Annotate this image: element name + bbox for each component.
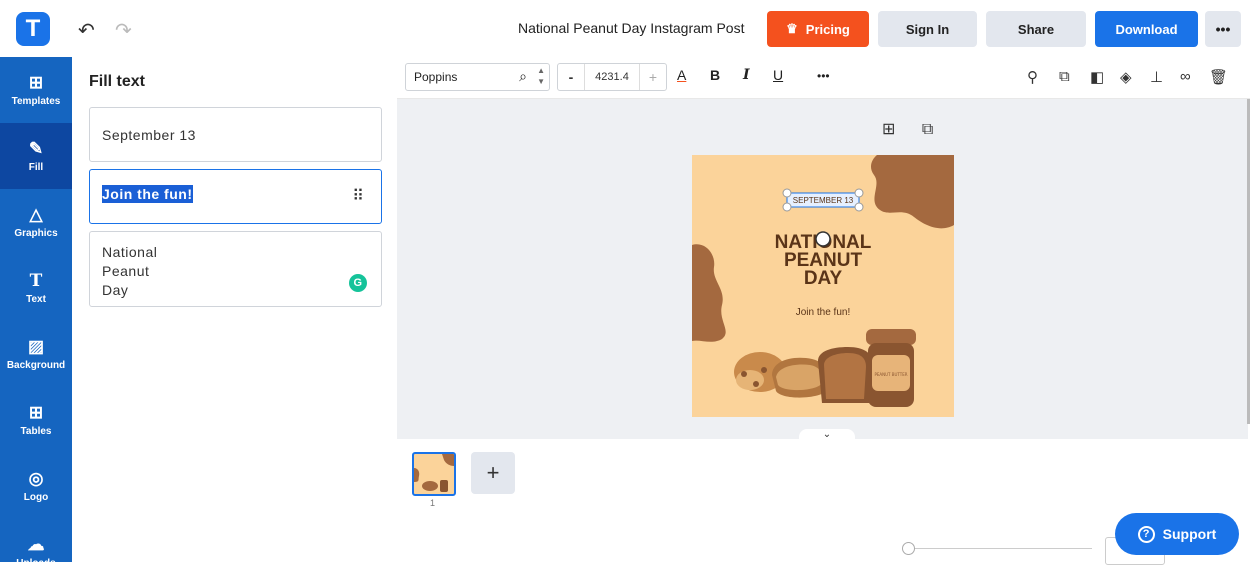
sidebar-item-logo[interactable]: ◎ Logo [0,453,72,519]
increase-size-button[interactable]: + [640,69,666,85]
sign-in-button[interactable]: Sign In [878,11,977,47]
jar-label-text: PEANUT BUTTER [874,372,907,377]
more-text-options-button[interactable]: ••• [817,69,830,83]
layer-icon[interactable]: ◧ [1090,68,1104,86]
duplicate-page-icon[interactable]: ⧉ [922,121,933,138]
text-field-title[interactable]: National Peanut Day G [89,231,382,307]
sidebar-item-label: Templates [11,95,61,107]
search-icon[interactable]: ⌕ [519,68,527,85]
bold-button[interactable]: B [710,67,720,83]
font-size-value[interactable]: 4231.4 [584,64,640,90]
logo-icon: ◎ [28,468,44,488]
pricing-button[interactable]: ♛ Pricing [767,11,869,47]
text-field-tagline[interactable]: Join the fun! ⠿ [89,169,382,224]
copy-icon[interactable]: ⧉ [1059,68,1070,85]
redo-icon[interactable]: ↷ [115,18,132,43]
field-line: Peanut [102,263,150,279]
sidebar-item-fill[interactable]: ✎ Fill [0,123,72,189]
field-line: Day [102,282,129,298]
thumbnail-preview [414,454,454,492]
align-icon[interactable]: ⊥ [1150,68,1163,86]
sidebar-item-label: Background [6,359,66,371]
add-page-button[interactable]: + [471,452,515,494]
sidebar-item-graphics[interactable]: △ Graphics [0,189,72,255]
field-value: September 13 [102,126,196,143]
top-bar: T ↶ ↷ National Peanut Day Instagram Post… [0,0,1250,57]
pricing-label: Pricing [805,21,850,37]
artboard-date-text[interactable]: SEPTEMBER 13 [793,196,854,205]
undo-icon[interactable]: ↶ [78,18,95,43]
text-icon: T [29,270,43,291]
sidebar-item-text[interactable]: T Text [0,255,72,321]
pencil-icon: ✎ [28,138,44,158]
underline-button[interactable]: U [773,67,783,83]
link-icon[interactable]: ∞ [1180,68,1191,85]
opacity-icon[interactable]: ◈ [1120,68,1132,86]
page-thumbnail[interactable] [412,452,456,496]
field-line: National [102,244,158,260]
document-title[interactable]: National Peanut Day Instagram Post [518,20,744,36]
zoom-slider[interactable] [905,548,1092,549]
sidebar-item-label: Text [26,293,46,305]
font-name: Poppins [414,70,458,84]
text-color-button[interactable]: A [677,67,686,83]
design-artboard[interactable]: PEANUT BUTTER SEPTEMBER 13 NATIONAL PEAN… [692,155,954,417]
font-stepper-icon[interactable]: ▲ ▼ [537,65,545,87]
artboard-illustration: PEANUT BUTTER SEPTEMBER 13 NATIONAL PEAN… [692,155,954,407]
add-element-icon[interactable]: ⊞ [882,121,895,138]
more-options-button[interactable]: ••• [1205,11,1241,47]
font-size-stepper[interactable]: - 4231.4 + [557,63,667,91]
text-toolbar: Poppins ⌕ ▲ ▼ - 4231.4 + A B I U ••• ⚲ ⧉ … [397,57,1250,99]
sidebar-item-label: Logo [23,491,49,503]
canvas-tools: ⊞ ⧉ [882,119,933,139]
grammarly-icon[interactable]: G [349,274,367,292]
share-button[interactable]: Share [986,11,1086,47]
text-field-date[interactable]: September 13 [89,107,382,162]
upload-icon: ☁ [27,534,45,554]
font-family-select[interactable]: Poppins ⌕ ▲ ▼ [405,63,550,91]
artboard-tagline-text[interactable]: Join the fun! [796,307,850,318]
canvas-area: ⊞ ⧉ PEANUT BUTTER SEPTEMBER 13 PEANUT DA… [397,99,1248,443]
app-logo[interactable]: T [16,12,50,46]
italic-button[interactable]: I [743,67,750,83]
sidebar-item-tables[interactable]: ⊞ Tables [0,387,72,453]
templates-icon: ⊞ [28,72,44,92]
page-number: 1 [430,498,436,508]
zoom-slider-handle[interactable] [902,542,915,555]
delete-icon[interactable]: 🗑 [1209,68,1228,86]
sidebar-item-uploads[interactable]: ☁ Uploads [0,519,72,585]
format-painter-icon[interactable]: ⚲ [1027,68,1038,86]
selected-text: Join the fun! [102,185,193,203]
sidebar-item-label: Graphics [14,227,58,239]
left-sidebar: ⊞ Templates ✎ Fill △ Graphics T Text ▨ B… [0,57,72,569]
download-button[interactable]: Download [1095,11,1198,47]
panel-title: Fill text [89,73,146,90]
decrease-size-button[interactable]: - [558,69,584,85]
fill-text-panel: Fill text September 13 Join the fun! ⠿ N… [72,57,397,562]
artboard-title-line[interactable]: DAY [804,268,843,289]
support-label: Support [1162,526,1217,542]
sidebar-item-label: Uploads [16,557,56,569]
background-icon: ▨ [27,336,45,356]
shapes-icon: △ [29,204,43,224]
support-button[interactable]: ? Support [1115,513,1239,555]
help-icon: ? [1137,525,1155,543]
crown-icon: ♛ [786,21,798,36]
table-icon: ⊞ [28,402,44,422]
drag-handle-icon[interactable]: ⠿ [352,186,364,206]
sidebar-item-label: Fill [28,161,44,173]
sidebar-item-templates[interactable]: ⊞ Templates [0,57,72,123]
sidebar-item-label: Tables [20,425,52,437]
sidebar-item-background[interactable]: ▨ Background [0,321,72,387]
